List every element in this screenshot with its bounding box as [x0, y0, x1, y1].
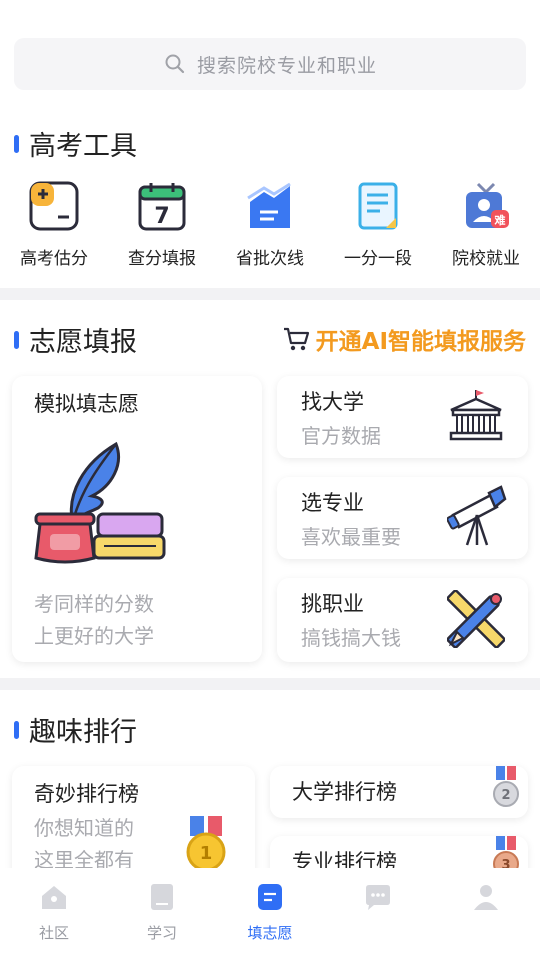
section-title-ranking: 趣味排行 — [14, 710, 137, 749]
cart-icon — [283, 327, 309, 351]
medal-number: 1 — [200, 843, 213, 864]
calculator-icon — [26, 178, 82, 234]
form-icon — [258, 884, 282, 910]
card-pick-career[interactable]: 挑职业 搞钱搞大钱 — [277, 578, 528, 662]
medal-number: 2 — [501, 788, 510, 803]
svg-text:难: 难 — [494, 213, 506, 227]
tab-messages[interactable] — [324, 868, 432, 960]
ink-feather-icon — [34, 441, 166, 564]
card-find-university[interactable]: 找大学 官方数据 — [277, 376, 528, 458]
tool-score-segment[interactable]: 一分一段 — [324, 178, 432, 278]
divider — [0, 678, 540, 690]
ruler-pencil-icon — [447, 590, 505, 648]
chat-icon — [366, 885, 390, 910]
section-marker — [14, 134, 19, 153]
tool-label: 查分填报 — [128, 249, 196, 269]
section-title-text: 趣味排行 — [29, 717, 137, 748]
tab-community[interactable]: 社区 — [0, 868, 108, 960]
search-bar[interactable]: 搜索院校专业和职业 — [14, 38, 526, 90]
tab-study[interactable]: 学习 — [108, 868, 216, 960]
tool-college-employment[interactable]: 难 院校就业 — [432, 178, 540, 278]
card-title: 选专业 — [301, 491, 364, 515]
section-title-volunteer: 志愿填报 — [14, 320, 137, 359]
search-icon — [165, 54, 185, 74]
tab-label: 填志愿 — [247, 924, 293, 942]
divider — [0, 288, 540, 300]
card-title: 大学排行榜 — [292, 780, 397, 804]
card-subtitle: 搞钱搞大钱 — [301, 626, 401, 650]
search-placeholder: 搜索院校专业和职业 — [196, 54, 377, 77]
card-title: 找大学 — [301, 390, 364, 414]
tools-grid: 高考估分 7 查分填报 省批次线 一分一段 难 院校就业 — [0, 178, 540, 278]
section-title-text: 志愿填报 — [29, 327, 137, 358]
card-subtitle: 官方数据 — [301, 424, 381, 448]
badge-icon: 难 — [458, 178, 514, 234]
bottom-tab-bar: 社区 学习 填志愿 — [0, 868, 540, 960]
book-icon — [151, 884, 173, 910]
section-marker — [14, 330, 19, 349]
telescope-icon — [447, 485, 507, 546]
ai-service-label: 开通AI智能填报服务 — [315, 329, 526, 355]
tab-label: 学习 — [146, 924, 177, 942]
university-building-icon — [449, 390, 503, 441]
tool-label: 一分一段 — [344, 249, 412, 269]
card-subtitle: 考同样的分数 — [34, 592, 154, 616]
tool-check-score[interactable]: 7 查分填报 — [108, 178, 216, 278]
section-title-tools: 高考工具 — [14, 124, 137, 163]
card-simulate-volunteer[interactable]: 模拟填志愿 考同样的分数 上更好的大学 — [12, 376, 262, 662]
home-icon — [42, 886, 66, 909]
card-title: 挑职业 — [301, 592, 364, 616]
calendar-icon: 7 — [134, 178, 190, 234]
tab-profile[interactable] — [432, 868, 540, 960]
tool-label: 高考估分 — [20, 249, 88, 269]
document-icon — [350, 178, 406, 234]
silver-medal-icon: 2 — [493, 766, 519, 807]
ai-service-link[interactable]: 开通AI智能填报服务 — [282, 322, 526, 356]
section-title-text: 高考工具 — [29, 131, 137, 162]
card-choose-major[interactable]: 选专业 喜欢最重要 — [277, 477, 528, 559]
tab-label: 社区 — [38, 924, 69, 942]
card-title: 奇妙排行榜 — [34, 782, 139, 806]
section-marker — [14, 720, 19, 739]
svg-text:7: 7 — [154, 204, 169, 229]
tool-label: 省批次线 — [236, 249, 304, 269]
gold-medal-icon: 1 — [186, 816, 226, 872]
tool-label: 院校就业 — [452, 249, 520, 269]
chart-icon — [242, 178, 298, 234]
card-subtitle: 喜欢最重要 — [301, 525, 401, 549]
card-title: 模拟填志愿 — [34, 392, 139, 416]
tab-fill-volunteer[interactable]: 填志愿 — [216, 868, 324, 960]
tool-score-estimate[interactable]: 高考估分 — [0, 178, 108, 278]
tool-batch-line[interactable]: 省批次线 — [216, 178, 324, 278]
card-subtitle: 上更好的大学 — [34, 624, 154, 648]
card-subtitle: 你想知道的 — [34, 816, 134, 840]
user-icon — [474, 885, 498, 910]
card-university-ranking[interactable]: 大学排行榜 2 — [270, 766, 528, 818]
